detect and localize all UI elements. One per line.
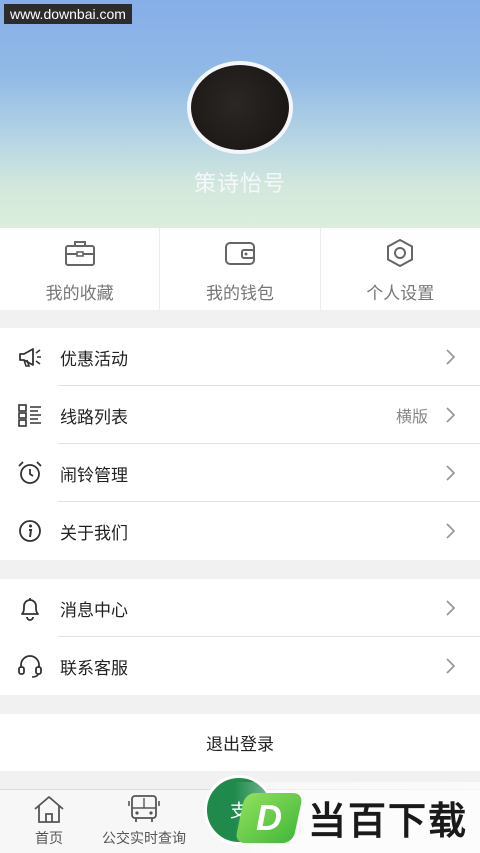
favorites-label: 我的收藏 xyxy=(45,284,114,303)
alarm-clock-icon xyxy=(18,461,42,484)
chevron-right-icon xyxy=(446,465,455,481)
menu-item-label: 闹铃管理 xyxy=(60,465,128,485)
menu-group-support: 消息中心 联系客服 xyxy=(0,579,480,695)
profile-header: www.downbai.com 策诗怡号 xyxy=(0,0,480,228)
home-icon xyxy=(34,796,64,823)
tab-home-label: 首页 xyxy=(35,830,63,846)
wallet-label: 我的钱包 xyxy=(205,284,274,303)
quick-actions: 我的收藏 我的钱包 个人设置 xyxy=(0,228,480,310)
chevron-right-icon xyxy=(446,600,455,616)
megaphone-icon xyxy=(19,348,41,367)
route-list-mode: 横版 xyxy=(395,409,428,426)
site-watermark: www.downbai.com xyxy=(4,4,132,24)
personal-settings-button[interactable]: 个人设置 xyxy=(321,228,480,310)
chevron-right-icon xyxy=(446,658,455,674)
menu-item-messages[interactable]: 消息中心 xyxy=(0,579,480,637)
username: 策诗怡号 xyxy=(193,171,286,196)
wallet-icon xyxy=(224,242,255,265)
gear-icon xyxy=(387,239,414,267)
menu-item-alarm[interactable]: 闹铃管理 xyxy=(0,444,480,502)
headset-icon xyxy=(18,655,42,678)
settings-label: 个人设置 xyxy=(366,284,435,303)
chevron-right-icon xyxy=(446,523,455,539)
tab-bus-label: 公交实时查询 xyxy=(102,830,186,846)
watermark-text: 当百下载 xyxy=(308,799,469,843)
watermark-logo-icon: D xyxy=(234,792,304,843)
menu-item-about[interactable]: 关于我们 xyxy=(0,502,480,560)
menu-item-promotions[interactable]: 优惠活动 xyxy=(0,328,480,386)
logout-button[interactable]: 退出登录 xyxy=(0,714,480,771)
list-icon xyxy=(18,404,41,427)
avatar[interactable] xyxy=(187,61,293,154)
menu-item-label: 优惠活动 xyxy=(60,349,128,369)
bus-icon xyxy=(128,795,160,822)
menu-group-main: 优惠活动 线路列表 横版 闹铃管理 关于我们 xyxy=(0,328,480,560)
menu-item-label: 联系客服 xyxy=(60,658,128,678)
chevron-right-icon xyxy=(446,407,455,423)
watermark-logo-letter: D xyxy=(256,796,282,838)
menu-item-customer-service[interactable]: 联系客服 xyxy=(0,637,480,695)
briefcase-icon xyxy=(64,241,95,266)
menu-item-route-list[interactable]: 线路列表 横版 xyxy=(0,386,480,444)
menu-item-label: 线路列表 xyxy=(60,407,128,427)
favorites-button[interactable]: 我的收藏 xyxy=(0,228,161,310)
menu-item-label: 关于我们 xyxy=(60,523,128,543)
tab-home[interactable]: 首页 xyxy=(29,794,69,848)
bell-icon xyxy=(21,598,39,621)
info-icon xyxy=(19,520,41,542)
wallet-button[interactable]: 我的钱包 xyxy=(160,228,321,310)
menu-item-label: 消息中心 xyxy=(60,600,128,620)
tab-realtime-bus[interactable]: 公交实时查询 xyxy=(92,794,196,848)
download-site-watermark: D 当百下载 xyxy=(234,782,480,853)
chevron-right-icon xyxy=(446,349,455,365)
